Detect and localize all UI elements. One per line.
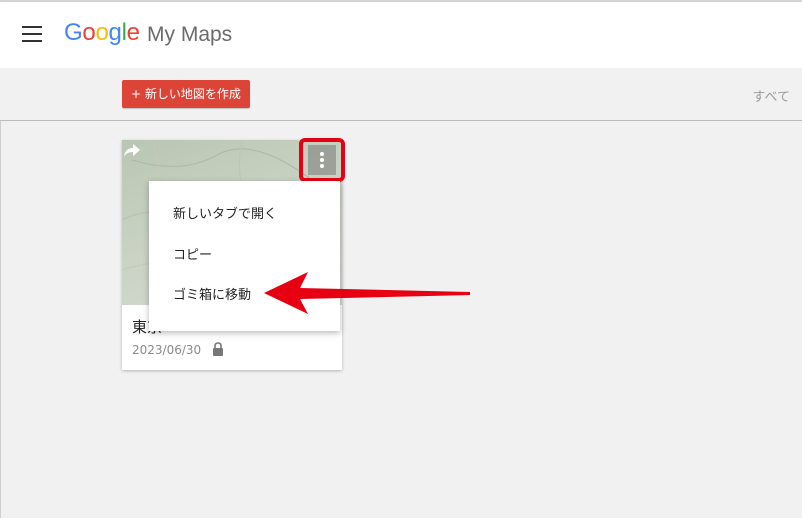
product-name: My Maps (147, 23, 233, 46)
annotation-arrow-icon (264, 272, 470, 314)
map-date: 2023/06/30 (132, 343, 202, 357)
filter-dropdown[interactable]: すべて (752, 86, 790, 105)
google-logo: Google (64, 19, 140, 46)
more-options-highlight (299, 138, 345, 182)
lock-icon (213, 342, 223, 356)
app-header: Google My Maps (0, 2, 802, 68)
share-icon[interactable] (122, 140, 142, 160)
create-map-button[interactable]: + 新しい地図を作成 (122, 80, 250, 108)
toolbar: + 新しい地図を作成 すべて (0, 68, 802, 121)
hamburger-menu-icon[interactable] (22, 26, 42, 42)
menu-item-open-new-tab[interactable]: 新しいタブで開く (149, 195, 340, 235)
